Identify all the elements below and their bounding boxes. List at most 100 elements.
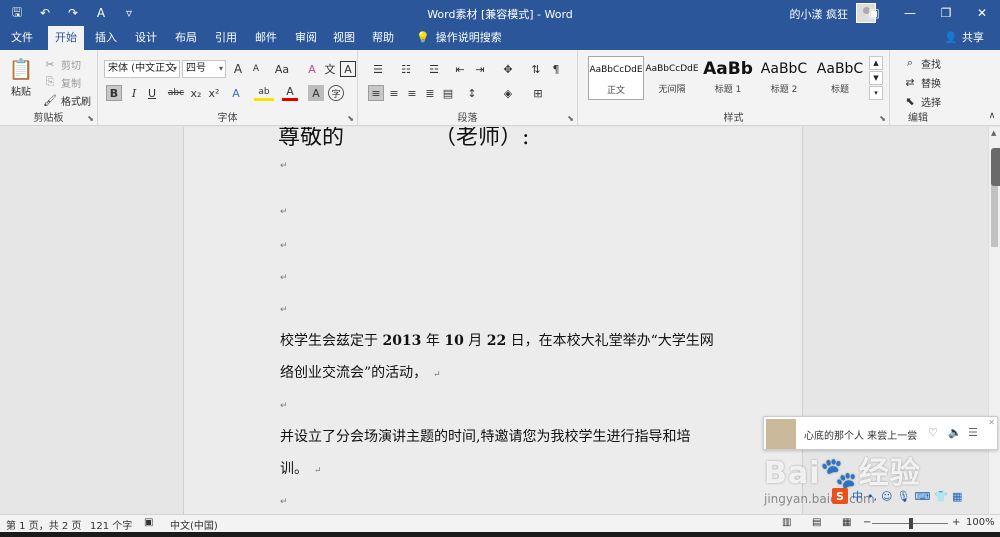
word-count[interactable]: 121 个字 bbox=[90, 517, 132, 532]
tab-references[interactable]: 引用 bbox=[208, 26, 244, 50]
change-case-button[interactable]: Aa bbox=[270, 61, 294, 77]
keyboard-icon[interactable]: ⌨ bbox=[914, 490, 930, 503]
tab-home[interactable]: 开始 bbox=[48, 26, 84, 50]
multilevel-list-icon[interactable]: ☲ bbox=[424, 61, 444, 77]
strikethrough-button[interactable]: abc bbox=[166, 85, 186, 101]
align-left-icon[interactable]: ≡ bbox=[368, 85, 384, 101]
enclose-char-button[interactable]: 字 bbox=[328, 85, 344, 101]
font-size-select[interactable]: 四号 ▾ bbox=[182, 60, 226, 78]
clear-format-button[interactable]: A bbox=[304, 61, 320, 77]
tab-help[interactable]: 帮助 bbox=[365, 26, 401, 50]
punctuation-icon[interactable]: •, bbox=[867, 490, 877, 503]
web-layout-icon[interactable]: ▦ bbox=[842, 517, 851, 528]
read-mode-icon[interactable]: ▥ bbox=[782, 517, 791, 528]
justify-icon[interactable]: ≣ bbox=[422, 85, 438, 101]
heart-icon[interactable]: ♡ bbox=[928, 426, 938, 439]
volume-icon[interactable]: 🔈 bbox=[948, 426, 962, 439]
ribbon-display-icon[interactable]: ▣ bbox=[856, 0, 892, 26]
underline-button[interactable]: U bbox=[144, 85, 160, 101]
share-button[interactable]: 👤 共享 bbox=[944, 26, 984, 50]
menu-icon[interactable]: ▦ bbox=[952, 490, 962, 503]
user-name[interactable]: 的小漾 疯狂 bbox=[790, 6, 849, 22]
clipboard-launcher-icon[interactable]: ⬊ bbox=[87, 114, 94, 123]
line-spacing-icon[interactable]: ↕ bbox=[462, 85, 482, 101]
copy-button[interactable]: ⎘ 复制 bbox=[42, 74, 81, 90]
gallery-more-icon[interactable]: ▾ bbox=[869, 86, 883, 100]
shrink-font-button[interactable]: A bbox=[248, 61, 264, 77]
italic-button[interactable]: I bbox=[126, 85, 142, 101]
increase-indent-icon[interactable]: ⇥ bbox=[472, 61, 488, 77]
collapse-ribbon-icon[interactable]: ∧ bbox=[984, 108, 1000, 124]
proofing-icon[interactable]: ▣ bbox=[144, 517, 153, 528]
language[interactable]: 中文(中国) bbox=[170, 517, 218, 532]
tab-layout[interactable]: 布局 bbox=[168, 26, 204, 50]
zoom-out-icon[interactable]: − bbox=[863, 517, 871, 528]
tab-insert[interactable]: 插入 bbox=[88, 26, 124, 50]
side-panel-tab[interactable] bbox=[991, 148, 1000, 186]
grow-font-button[interactable]: A bbox=[230, 61, 246, 77]
decrease-indent-icon[interactable]: ⇤ bbox=[452, 61, 468, 77]
subscript-button[interactable]: x₂ bbox=[188, 85, 204, 101]
style-no-spacing[interactable]: AaBbCcDdE 无间隔 bbox=[644, 56, 700, 100]
align-right-icon[interactable]: ≡ bbox=[404, 85, 420, 101]
scroll-up-icon[interactable]: ▲ bbox=[991, 129, 996, 137]
font-name-select[interactable]: 宋体 (中文正文 ▾ bbox=[104, 60, 180, 78]
mic-icon[interactable]: 🎙 bbox=[896, 490, 910, 503]
shading-icon[interactable]: ◈ bbox=[498, 85, 518, 101]
skin-icon[interactable]: 👕 bbox=[934, 490, 948, 503]
tab-review[interactable]: 审阅 bbox=[288, 26, 324, 50]
replace-button[interactable]: ⇄ 替换 bbox=[902, 74, 941, 90]
numbering-icon[interactable]: ☷ bbox=[396, 61, 416, 77]
style-title[interactable]: AaBbC 标题 bbox=[812, 56, 868, 100]
bold-button[interactable]: B bbox=[106, 85, 122, 101]
asian-layout-icon[interactable]: ✥ bbox=[498, 61, 518, 77]
tab-design[interactable]: 设计 bbox=[128, 26, 164, 50]
emoji-icon[interactable]: ☺ bbox=[881, 490, 892, 503]
zoom-level[interactable]: 100% bbox=[966, 517, 995, 528]
tab-mailings[interactable]: 邮件 bbox=[248, 26, 284, 50]
char-border-button[interactable]: A bbox=[340, 61, 356, 77]
print-layout-icon[interactable]: ▤ bbox=[812, 517, 821, 528]
style-heading-2[interactable]: AaBbC 标题 2 bbox=[756, 56, 812, 100]
align-center-icon[interactable]: ≡ bbox=[386, 85, 402, 101]
format-painter-button[interactable]: 🖌 格式刷 bbox=[42, 92, 91, 108]
char-shading-button[interactable]: A bbox=[308, 85, 324, 101]
text-effects-button[interactable]: A bbox=[228, 85, 244, 101]
ime-lang[interactable]: 中 bbox=[852, 488, 863, 504]
bullets-icon[interactable]: ☰ bbox=[368, 61, 388, 77]
font-color-button[interactable]: A bbox=[282, 85, 298, 101]
gallery-up-icon[interactable]: ▲ bbox=[869, 56, 883, 70]
close-icon[interactable]: ✕ bbox=[988, 418, 995, 427]
ime-toolbar[interactable]: S 中 •, ☺ 🎙 ⌨ 👕 ▦ bbox=[832, 487, 992, 505]
document-page[interactable]: 尊敬的 （老师）: ↵ ↵ ↵ ↵ ↵ 校学生会兹定于 2013 年 10 月 2… bbox=[183, 127, 803, 514]
cut-button[interactable]: ✂ 剪切 bbox=[42, 56, 81, 72]
paste-button[interactable]: 📋 粘贴 bbox=[9, 56, 34, 98]
find-button[interactable]: ⌕ 查找 bbox=[902, 55, 941, 71]
playlist-icon[interactable]: ☰ bbox=[968, 426, 978, 439]
paragraph-launcher-icon[interactable]: ⬊ bbox=[567, 114, 574, 123]
font-launcher-icon[interactable]: ⬊ bbox=[347, 114, 354, 123]
borders-icon[interactable]: ⊞ bbox=[528, 85, 548, 101]
superscript-button[interactable]: x² bbox=[206, 85, 222, 101]
style-normal[interactable]: AaBbCcDdE 正文 bbox=[588, 56, 644, 100]
tab-view[interactable]: 视图 bbox=[326, 26, 362, 50]
close-icon[interactable]: ✕ bbox=[964, 0, 1000, 26]
sort-icon[interactable]: ⇅ bbox=[528, 61, 544, 77]
gallery-down-icon[interactable]: ▼ bbox=[869, 71, 883, 85]
sogou-icon[interactable]: S bbox=[832, 488, 848, 504]
tab-file[interactable]: 文件 bbox=[4, 26, 40, 50]
tell-me-search[interactable]: 💡 操作说明搜索 bbox=[416, 26, 502, 50]
zoom-slider-thumb[interactable] bbox=[909, 518, 913, 529]
music-player-popup[interactable]: 心底的那个人 来尝上一尝 ♡ 🔈 ☰ ✕ bbox=[763, 416, 998, 450]
show-marks-icon[interactable]: ¶ bbox=[548, 61, 564, 77]
distributed-icon[interactable]: ▤ bbox=[440, 85, 456, 101]
zoom-in-icon[interactable]: + bbox=[952, 517, 960, 528]
restore-icon[interactable]: ❐ bbox=[928, 0, 964, 26]
phonetic-guide-button[interactable]: 文 bbox=[322, 61, 338, 77]
highlight-button[interactable]: ab bbox=[254, 85, 274, 101]
select-button[interactable]: ⬉ 选择 bbox=[902, 93, 941, 109]
page-count[interactable]: 第 1 页，共 2 页 bbox=[6, 517, 81, 532]
styles-launcher-icon[interactable]: ⬊ bbox=[879, 114, 886, 123]
style-heading-1[interactable]: AaBb 标题 1 bbox=[700, 56, 756, 100]
minimize-icon[interactable]: — bbox=[892, 0, 928, 26]
